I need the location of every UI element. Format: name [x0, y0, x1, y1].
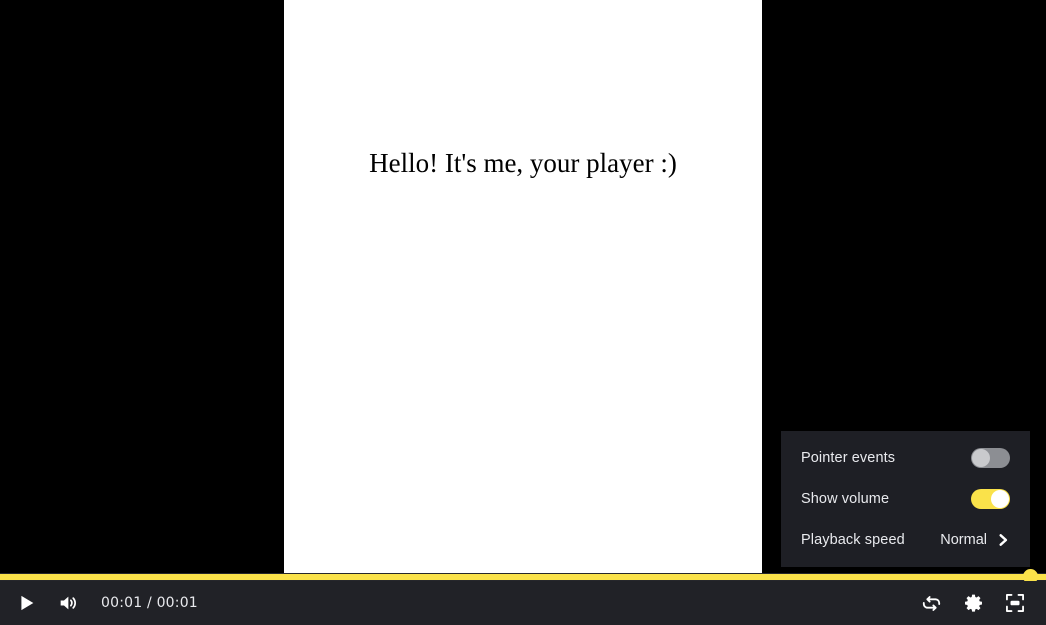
- settings-panel: Pointer events Show volume Playback spee…: [781, 431, 1030, 567]
- control-bar-right-group: [914, 586, 1032, 620]
- video-caption-text: Hello! It's me, your player :): [369, 148, 677, 178]
- video-player: Hello! It's me, your player :) Pointer e…: [0, 0, 1046, 625]
- show-volume-toggle[interactable]: [971, 489, 1010, 509]
- settings-row-playback-speed[interactable]: Playback speed Normal: [801, 520, 1010, 561]
- settings-label-pointer-events: Pointer events: [801, 450, 896, 466]
- toggle-knob: [972, 449, 990, 467]
- volume-high-icon: [57, 592, 79, 614]
- play-icon: [15, 592, 37, 614]
- chevron-right-icon: [996, 533, 1010, 547]
- loop-button[interactable]: [914, 586, 948, 620]
- pointer-events-toggle[interactable]: [971, 448, 1010, 468]
- control-bar: 00:01 / 00:01: [0, 581, 1046, 625]
- toggle-knob: [991, 490, 1009, 508]
- control-bar-left-group: 00:01 / 00:01: [0, 586, 198, 620]
- volume-button[interactable]: [51, 586, 85, 620]
- settings-label-playback-speed: Playback speed: [801, 532, 905, 548]
- picture-in-picture-icon: [1004, 592, 1026, 614]
- settings-row-pointer-events[interactable]: Pointer events: [801, 438, 1010, 479]
- progress-bar-fill: [0, 574, 1046, 580]
- gear-icon: [963, 593, 984, 614]
- playback-speed-value: Normal: [940, 532, 987, 548]
- loop-icon: [921, 593, 942, 614]
- picture-in-picture-button[interactable]: [998, 586, 1032, 620]
- playback-speed-value-wrap[interactable]: Normal: [940, 532, 1010, 548]
- video-frame[interactable]: Hello! It's me, your player :): [284, 0, 762, 573]
- progress-bar-track[interactable]: [0, 569, 1046, 584]
- settings-button[interactable]: [956, 586, 990, 620]
- settings-row-show-volume[interactable]: Show volume: [801, 479, 1010, 520]
- settings-label-show-volume: Show volume: [801, 491, 890, 507]
- time-display: 00:01 / 00:01: [101, 595, 198, 611]
- play-button[interactable]: [9, 586, 43, 620]
